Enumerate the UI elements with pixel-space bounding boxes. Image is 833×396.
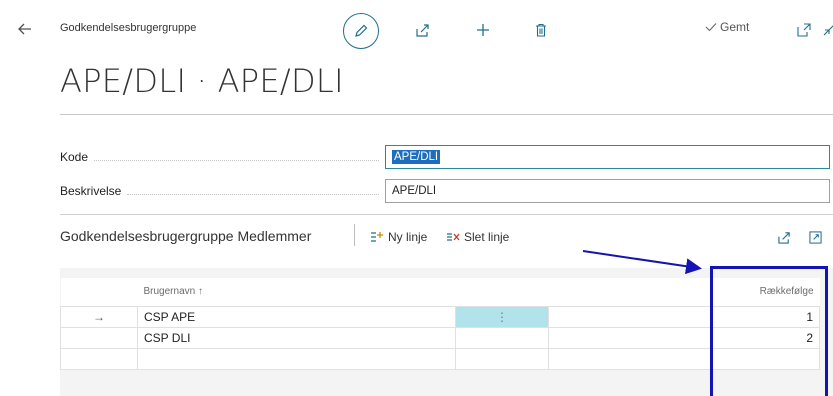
row-indicator: → [60, 305, 138, 328]
code-field[interactable]: APE/DLI [385, 145, 830, 169]
order-cell[interactable] [711, 347, 820, 370]
divider [60, 114, 833, 115]
row-indicator [60, 326, 138, 349]
subpage-title[interactable]: Godkendelsesbrugergruppe Medlemmer [60, 228, 311, 244]
header-menu [455, 278, 549, 306]
expand-icon [808, 230, 822, 244]
description-field-value: APE/DLI [392, 185, 437, 197]
table-header: Brugernavn ↑ Rækkefølge [60, 278, 820, 306]
delete-line-button[interactable]: Slet linje [446, 230, 509, 244]
row-menu-button[interactable] [455, 347, 549, 370]
leader-dots [127, 187, 379, 195]
leader-dots [94, 153, 379, 161]
table-row[interactable]: → CSP APE ⋮ 1 [60, 305, 820, 328]
arrow-left-icon [18, 23, 31, 35]
saved-label: Gemt [720, 20, 750, 34]
new-line-label: Ny linje [388, 230, 428, 244]
spacer-cell [548, 326, 712, 349]
user-cell[interactable]: CSP DLI [137, 326, 456, 349]
new-line-icon [371, 232, 383, 242]
delete-button[interactable] [530, 19, 552, 41]
description-field[interactable]: APE/DLI [385, 179, 830, 203]
spacer-cell [548, 347, 712, 370]
open-new-window-button[interactable] [793, 19, 815, 41]
annotation-arrow [582, 250, 702, 275]
new-button[interactable] [472, 19, 494, 41]
trash-icon [536, 23, 546, 37]
field-row-code: Kode [60, 144, 385, 170]
members-table: Brugernavn ↑ Rækkefølge → CSP APE ⋮ 1 CS… [60, 278, 820, 370]
table-row[interactable] [60, 347, 820, 370]
row-menu-button[interactable]: ⋮ [455, 305, 549, 328]
breadcrumb[interactable]: Godkendelsesbrugergruppe [60, 22, 196, 34]
field-label-code: Kode [60, 150, 89, 164]
checkmark-icon [705, 23, 717, 32]
share-icon [416, 24, 429, 37]
pencil-icon [355, 24, 368, 37]
header-indicator [60, 278, 138, 306]
delete-line-label: Slet linje [464, 230, 510, 244]
delete-line-icon [447, 233, 460, 241]
collapse-icon [823, 25, 833, 36]
edit-button[interactable] [343, 13, 379, 49]
header-user[interactable]: Brugernavn ↑ [137, 278, 456, 306]
subpage-divider [60, 214, 833, 215]
back-button[interactable] [10, 14, 40, 44]
order-cell[interactable]: 2 [711, 326, 820, 349]
spacer-cell [548, 305, 712, 328]
plus-icon [477, 24, 489, 36]
row-indicator [60, 347, 138, 370]
code-field-value: APE/DLI [392, 150, 441, 164]
field-label-description: Beskrivelse [60, 184, 122, 198]
new-line-button[interactable]: Ny linje [370, 230, 427, 244]
header-order[interactable]: Rækkefølge [711, 278, 820, 306]
table-row[interactable]: CSP DLI 2 [60, 326, 820, 349]
field-row-description: Beskrivelse [60, 178, 385, 204]
saved-status: Gemt [705, 20, 749, 34]
row-menu-button[interactable] [455, 326, 549, 349]
subpage-separator [354, 224, 355, 246]
user-cell[interactable]: CSP APE [137, 305, 456, 328]
order-cell[interactable]: 1 [711, 305, 820, 328]
subpage-share-button[interactable] [775, 228, 793, 246]
page-title: APE/DLI · APE/DLI [60, 62, 344, 100]
subpage-expand-button[interactable] [806, 228, 824, 246]
header-spacer [548, 278, 712, 306]
collapse-button[interactable] [818, 19, 833, 41]
open-new-window-icon [797, 23, 811, 37]
user-cell[interactable] [137, 347, 456, 370]
share-button[interactable] [412, 19, 434, 41]
share-icon [777, 231, 790, 244]
